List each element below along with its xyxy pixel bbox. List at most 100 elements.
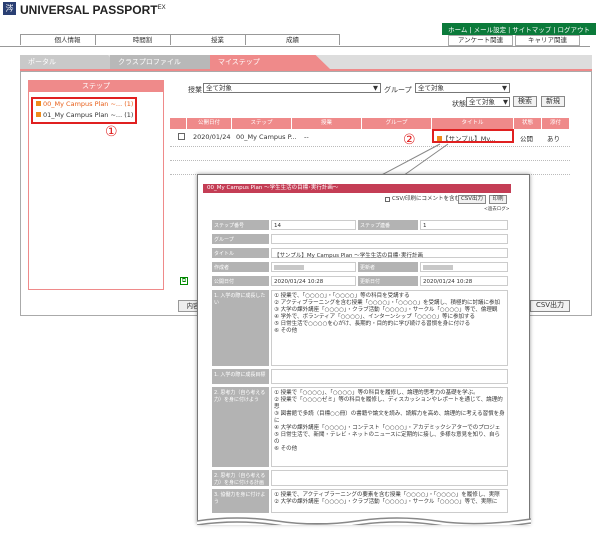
history-link[interactable]: <過去ログ> bbox=[484, 206, 510, 213]
tab-grades[interactable]: 成績 bbox=[245, 34, 340, 45]
row-state: 公開 bbox=[520, 135, 533, 143]
th-attach: 添付 bbox=[542, 118, 570, 129]
step-item-count: (1) bbox=[124, 111, 134, 119]
th-class: 授業 bbox=[292, 118, 362, 129]
tab-mystep[interactable]: マイステップ bbox=[210, 55, 330, 69]
app-logo-icon: 涔 bbox=[3, 2, 16, 15]
chevron-down-icon: ▼ bbox=[502, 84, 507, 92]
step-list-highlight: 00_My Campus Plan ~... (1) 01_My Campus … bbox=[31, 97, 137, 124]
state-select[interactable]: 全て対象 ▼ bbox=[466, 97, 510, 107]
section-line: ② 大学の課外講座「○○○○」・クラブ活動「○○○○」・サークル「○○○○」等で… bbox=[274, 499, 498, 505]
field-value: 2020/01/24 10:28 bbox=[420, 276, 508, 286]
row-attach: あり bbox=[547, 135, 560, 143]
th-group: グループ bbox=[362, 118, 432, 129]
group-label: グループ bbox=[384, 86, 412, 94]
popup-csv-button[interactable]: CSV出力 bbox=[458, 195, 486, 204]
row-checkbox[interactable] bbox=[178, 133, 185, 140]
field-value: 1 bbox=[420, 220, 508, 230]
field-value: 【サンプル】My Campus Plan ～学生生活の目標･実行計画 bbox=[271, 248, 508, 259]
search-button[interactable]: 検索 bbox=[513, 96, 537, 107]
state-label: 状態 bbox=[452, 100, 466, 108]
jugyo-select[interactable]: 全て対象 ▼ bbox=[203, 83, 381, 93]
th-date: 公開日付 bbox=[187, 118, 232, 129]
app-title-text: UNIVERSAL PASSPORT bbox=[20, 3, 158, 17]
section-line: ④ 大学の課外講座「○○○○」・コンテスト「○○○○」・アカデミックシアターでの… bbox=[274, 425, 501, 431]
field-value: 14 bbox=[271, 220, 356, 230]
step-item[interactable]: 01_My Campus Plan ~... (1) bbox=[33, 110, 135, 121]
row-class: -- bbox=[304, 133, 309, 141]
field-label: グループ bbox=[212, 234, 269, 244]
row-date: 2020/01/24 bbox=[193, 133, 231, 141]
redacted-block bbox=[423, 265, 453, 270]
field-label: ステップ連番 bbox=[358, 220, 418, 230]
field-value: 2020/01/24 10:28 bbox=[271, 276, 356, 286]
csv-comment-checkbox[interactable] bbox=[385, 197, 390, 202]
link-survey[interactable]: アンケート関連 bbox=[448, 35, 513, 46]
field-label: 作成者 bbox=[212, 262, 269, 272]
tab-portal[interactable]: ポータル bbox=[20, 55, 120, 69]
title-highlight bbox=[432, 129, 514, 143]
section-line: ⑥ その他 bbox=[274, 328, 298, 334]
section-label: 1. 入学の際に成長目標 bbox=[212, 369, 269, 384]
field-label: 更新者 bbox=[358, 262, 418, 272]
section-label: 1. 入学の際に成長したい bbox=[212, 290, 269, 366]
field-value bbox=[420, 262, 508, 272]
field-value bbox=[271, 234, 508, 244]
field-label: タイトル bbox=[212, 248, 269, 258]
group-select-value: 全て対象 bbox=[418, 84, 444, 92]
csv-output-button[interactable]: CSV出力 bbox=[530, 300, 570, 312]
section-line: ⑤ 日常生活で○○○○を心がけ、長期的・目的的に学び続ける習慣を身に付ける bbox=[274, 321, 471, 327]
th-title: タイトル bbox=[432, 118, 514, 129]
section-line: ④ 学外で、ボランティア「○○○○」、インターンシップ「○○○○」等に参加する bbox=[274, 314, 475, 320]
th-state: 状態 bbox=[514, 118, 542, 129]
th-step: ステップ bbox=[232, 118, 292, 129]
step-item-label: 00_My Campus Plan ~... bbox=[43, 100, 123, 108]
chevron-down-icon: ▼ bbox=[503, 98, 508, 106]
section-line: ① 授業で「○○○○」、「○○○○」等の科目を履修し、論理的思考力の基礎を学ぶ。 bbox=[274, 390, 479, 396]
folder-icon bbox=[36, 112, 41, 117]
export-icon[interactable]: ⧉ bbox=[180, 277, 188, 285]
section-line: ⑥ その他 bbox=[274, 446, 298, 452]
step-panel-header: ステップ bbox=[28, 80, 164, 92]
chevron-down-icon: ▼ bbox=[373, 84, 378, 92]
section-line: ⑤ 日常生活で、新聞・テレビ・ネットのニュースに定期的に接し、多様な意見を知り、… bbox=[274, 432, 500, 445]
popup-print-button[interactable]: 印刷 bbox=[489, 195, 507, 204]
app-title-suffix: EX bbox=[157, 5, 166, 11]
section-line: ① 授業で、アクティブラーニングの要素を含む授業「○○○○」・「○○○○」を履修… bbox=[274, 492, 500, 498]
section-label: 2. 思考力（自ら考える力）を身に付けよう bbox=[212, 387, 269, 467]
table-header: 公開日付 ステップ 授業 グループ タイトル 状態 添付 bbox=[170, 118, 570, 129]
section-body: ① 授業で、「○○○○」・「○○○○」等の科目を受講する ② アクティブラーニン… bbox=[271, 290, 508, 366]
row-step[interactable]: 00_My Campus P... bbox=[236, 133, 297, 141]
group-select[interactable]: 全て対象 ▼ bbox=[415, 83, 510, 93]
field-label: ステップ番号 bbox=[212, 220, 269, 230]
section-line: ① 授業で、「○○○○」・「○○○○」等の科目を受講する bbox=[274, 293, 410, 299]
section-label: 2. 思考力（自ら考える力）を身に付ける計画 bbox=[212, 470, 269, 486]
step-item-label: 01_My Campus Plan ~... bbox=[43, 111, 123, 119]
field-value bbox=[271, 262, 356, 272]
section-line: ② アクティブラーニングを含む授業「○○○○」・「○○○○」を受講し、積極的に討… bbox=[274, 300, 500, 306]
th-checkbox bbox=[170, 118, 187, 129]
section-body: ① 授業で「○○○○」、「○○○○」等の科目を履修し、論理的思考力の基礎を学ぶ。… bbox=[271, 387, 508, 467]
csv-comment-label: CSV/印刷にコメントを含む bbox=[392, 196, 460, 202]
section-body: ① 授業で、アクティブラーニングの要素を含む授業「○○○○」・「○○○○」を履修… bbox=[271, 489, 508, 513]
folder-icon bbox=[36, 101, 41, 106]
section-body bbox=[271, 369, 508, 384]
state-select-value: 全て対象 bbox=[469, 98, 495, 106]
section-label: 3. 協働力を身に付けよう bbox=[212, 489, 269, 513]
annotation-one: ① bbox=[105, 124, 118, 140]
field-label: 更新日付 bbox=[358, 276, 418, 286]
section-line: ③ 図書館で多読（目標○○冊）の書籍や論文を読み、読解力を高め、論理的に考える習… bbox=[274, 411, 505, 424]
field-label: 公開日付 bbox=[212, 276, 269, 286]
jugyo-select-value: 全て対象 bbox=[206, 84, 232, 92]
popup-title: 00_My Campus Plan ～学生生活の目標･実行計画～ bbox=[203, 184, 511, 193]
redacted-block bbox=[274, 265, 304, 270]
app-title: UNIVERSAL PASSPORTEX bbox=[20, 3, 166, 17]
link-career[interactable]: キャリア関連 bbox=[515, 35, 580, 46]
section-body bbox=[271, 470, 508, 486]
step-item[interactable]: 00_My Campus Plan ~... (1) bbox=[33, 99, 135, 110]
jugyo-label: 授業 bbox=[188, 86, 202, 94]
torn-edge bbox=[197, 517, 531, 525]
section-line: ③ 大学の課外講座「○○○○」・クラブ活動「○○○○」・サークル「○○○○」等で… bbox=[274, 307, 498, 313]
new-button[interactable]: 新規 bbox=[541, 96, 565, 107]
step-item-count: (1) bbox=[124, 100, 134, 108]
